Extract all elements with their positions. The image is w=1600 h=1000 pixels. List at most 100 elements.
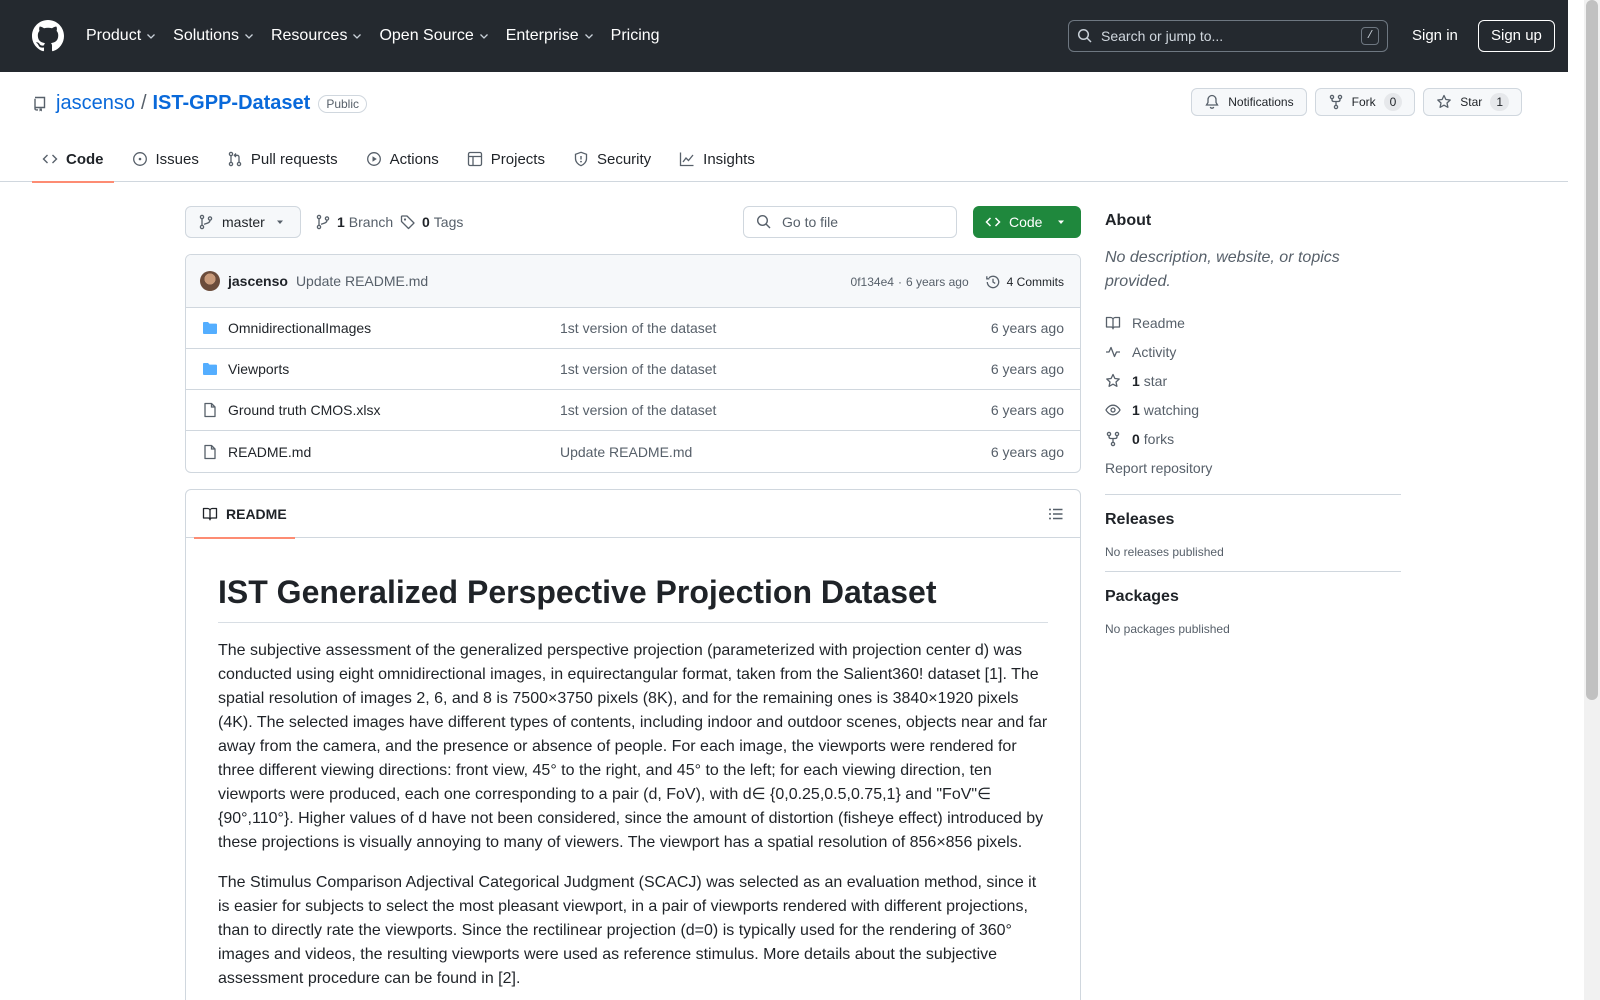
tab-issues[interactable]: Issues bbox=[122, 136, 209, 182]
list-icon bbox=[1049, 508, 1063, 520]
nav-solutions[interactable]: Solutions bbox=[173, 20, 255, 52]
repo-name-link[interactable]: IST-GPP-Dataset bbox=[153, 92, 311, 115]
branch-name: master bbox=[222, 214, 265, 230]
tab-code[interactable]: Code bbox=[32, 136, 114, 183]
file-commit-message-link[interactable]: 1st version of the dataset bbox=[560, 402, 716, 418]
tab-label: Actions bbox=[389, 150, 439, 168]
file-name-link[interactable]: README.md bbox=[228, 444, 558, 460]
stars-link[interactable]: 1 star bbox=[1105, 366, 1401, 395]
file-commit-message-link[interactable]: 1st version of the dataset bbox=[560, 361, 716, 377]
github-logo-icon[interactable] bbox=[32, 20, 64, 52]
report-repository-link[interactable]: Report repository bbox=[1105, 453, 1401, 482]
repo-icon bbox=[34, 96, 46, 111]
commits-history-link[interactable]: 4 Commits bbox=[985, 274, 1064, 290]
global-header: Product Solutions Resources Open Source … bbox=[0, 0, 1568, 72]
tag-count: 0 bbox=[422, 214, 430, 230]
packages-heading[interactable]: Packages bbox=[1105, 588, 1401, 606]
pulse-icon bbox=[1106, 346, 1120, 357]
notifications-button[interactable]: Notifications bbox=[1191, 88, 1307, 116]
tab-projects[interactable]: Projects bbox=[457, 136, 555, 182]
tab-label: Security bbox=[596, 150, 652, 168]
outline-button[interactable] bbox=[1044, 502, 1068, 526]
tab-label: Insights bbox=[703, 150, 755, 168]
tab-label: Issues bbox=[155, 150, 199, 168]
tab-actions[interactable]: Actions bbox=[356, 136, 449, 182]
file-icon bbox=[204, 444, 216, 459]
star-icon bbox=[1437, 94, 1452, 108]
commit-age: 6 years ago bbox=[905, 274, 969, 289]
readme-paragraph: The Stimulus Comparison Adjectival Categ… bbox=[218, 874, 1037, 987]
tab-pull-requests[interactable]: Pull requests bbox=[217, 136, 348, 182]
nav-label: Solutions bbox=[173, 27, 239, 44]
fork-label: Fork bbox=[1351, 95, 1376, 109]
go-to-file-input[interactable]: Go to file bbox=[743, 206, 957, 238]
sign-up-button[interactable]: Sign up bbox=[1478, 20, 1555, 52]
file-commit-age: 6 years ago bbox=[990, 443, 1064, 460]
nav-enterprise[interactable]: Enterprise bbox=[506, 20, 595, 52]
nav-pricing[interactable]: Pricing bbox=[611, 20, 660, 52]
file-name-link[interactable]: Ground truth CMOS.xlsx bbox=[228, 402, 558, 418]
latest-commit-bar: jascenso Update README.md 0f134e4 · 6 ye… bbox=[186, 255, 1080, 308]
chevron-down-icon bbox=[147, 34, 156, 39]
watchers-link[interactable]: 1 watching bbox=[1105, 395, 1401, 424]
branch-select-button[interactable]: master bbox=[185, 206, 301, 238]
packages-empty-text: No packages published bbox=[1105, 622, 1230, 636]
repo-owner-link[interactable]: jascenso bbox=[56, 92, 135, 115]
tab-label: Projects bbox=[490, 150, 545, 168]
commit-sha-link[interactable]: 0f134e4 bbox=[851, 275, 894, 289]
branch-label: Branch bbox=[348, 214, 394, 230]
file-row[interactable]: Viewports 1st version of the dataset 6 y… bbox=[186, 349, 1080, 390]
avatar[interactable] bbox=[200, 271, 220, 291]
book-icon bbox=[202, 507, 218, 521]
caret-down-icon bbox=[1058, 220, 1065, 224]
readme-tab-label: README bbox=[226, 506, 287, 522]
book-icon bbox=[1105, 316, 1121, 329]
commit-author-link[interactable]: jascenso bbox=[228, 273, 288, 289]
file-row[interactable]: OmnidirectionalImages 1st version of the… bbox=[186, 308, 1080, 349]
readme-link-label: Readme bbox=[1132, 314, 1185, 331]
nav-resources[interactable]: Resources bbox=[271, 20, 363, 52]
play-icon bbox=[366, 152, 381, 166]
star-button[interactable]: Star 1 bbox=[1423, 88, 1522, 116]
file-row[interactable]: README.md Update README.md 6 years ago bbox=[186, 431, 1080, 472]
global-search-input[interactable]: Search or jump to... / bbox=[1068, 20, 1388, 52]
chevron-down-icon bbox=[353, 34, 362, 39]
nav-open-source[interactable]: Open Source bbox=[379, 20, 489, 52]
star-icon bbox=[1106, 373, 1120, 387]
shield-icon bbox=[574, 151, 588, 167]
file-row[interactable]: Ground truth CMOS.xlsx 1st version of th… bbox=[186, 390, 1080, 431]
code-icon bbox=[985, 217, 1001, 227]
file-commit-message-link[interactable]: Update README.md bbox=[560, 444, 692, 460]
tab-readme[interactable]: README bbox=[194, 490, 295, 539]
commit-message-link[interactable]: Update README.md bbox=[296, 273, 428, 289]
tab-security[interactable]: Security bbox=[563, 136, 661, 182]
nav-product[interactable]: Product bbox=[86, 20, 157, 52]
chevron-down-icon bbox=[584, 34, 593, 39]
branches-link[interactable]: 1 Branch bbox=[315, 206, 393, 238]
fork-button[interactable]: Fork 0 bbox=[1314, 88, 1416, 116]
forks-link[interactable]: 0 forks bbox=[1105, 424, 1401, 453]
tags-link[interactable]: 0 Tags bbox=[400, 206, 463, 238]
file-commit-age: 6 years ago bbox=[990, 320, 1064, 336]
tab-insights[interactable]: Insights bbox=[669, 136, 765, 182]
page-scrollbar-thumb[interactable] bbox=[1586, 0, 1598, 700]
divider bbox=[1105, 494, 1401, 495]
file-commit-message-link[interactable]: 1st version of the dataset bbox=[560, 320, 716, 336]
activity-link[interactable]: Activity bbox=[1105, 337, 1401, 366]
branch-icon bbox=[316, 214, 330, 230]
watchers-count: 1 bbox=[1132, 401, 1140, 418]
search-icon bbox=[756, 214, 771, 229]
issue-icon bbox=[132, 152, 147, 166]
file-name-link[interactable]: Viewports bbox=[228, 361, 558, 377]
watchers-label: watching bbox=[1143, 401, 1200, 418]
activity-link-label: Activity bbox=[1132, 343, 1177, 360]
releases-heading[interactable]: Releases bbox=[1105, 511, 1401, 529]
code-dropdown-button[interactable]: Code bbox=[973, 206, 1081, 238]
nav-label: Open Source bbox=[379, 27, 474, 44]
sign-in-link[interactable]: Sign in bbox=[1404, 20, 1466, 52]
readme-title: IST Generalized Perspective Projection D… bbox=[218, 572, 1048, 623]
readme-panel: README IST Generalized Perspective Proje… bbox=[185, 489, 1081, 1000]
readme-link[interactable]: Readme bbox=[1105, 308, 1401, 337]
search-shortcut-key: / bbox=[1361, 27, 1379, 45]
file-name-link[interactable]: OmnidirectionalImages bbox=[228, 320, 558, 336]
